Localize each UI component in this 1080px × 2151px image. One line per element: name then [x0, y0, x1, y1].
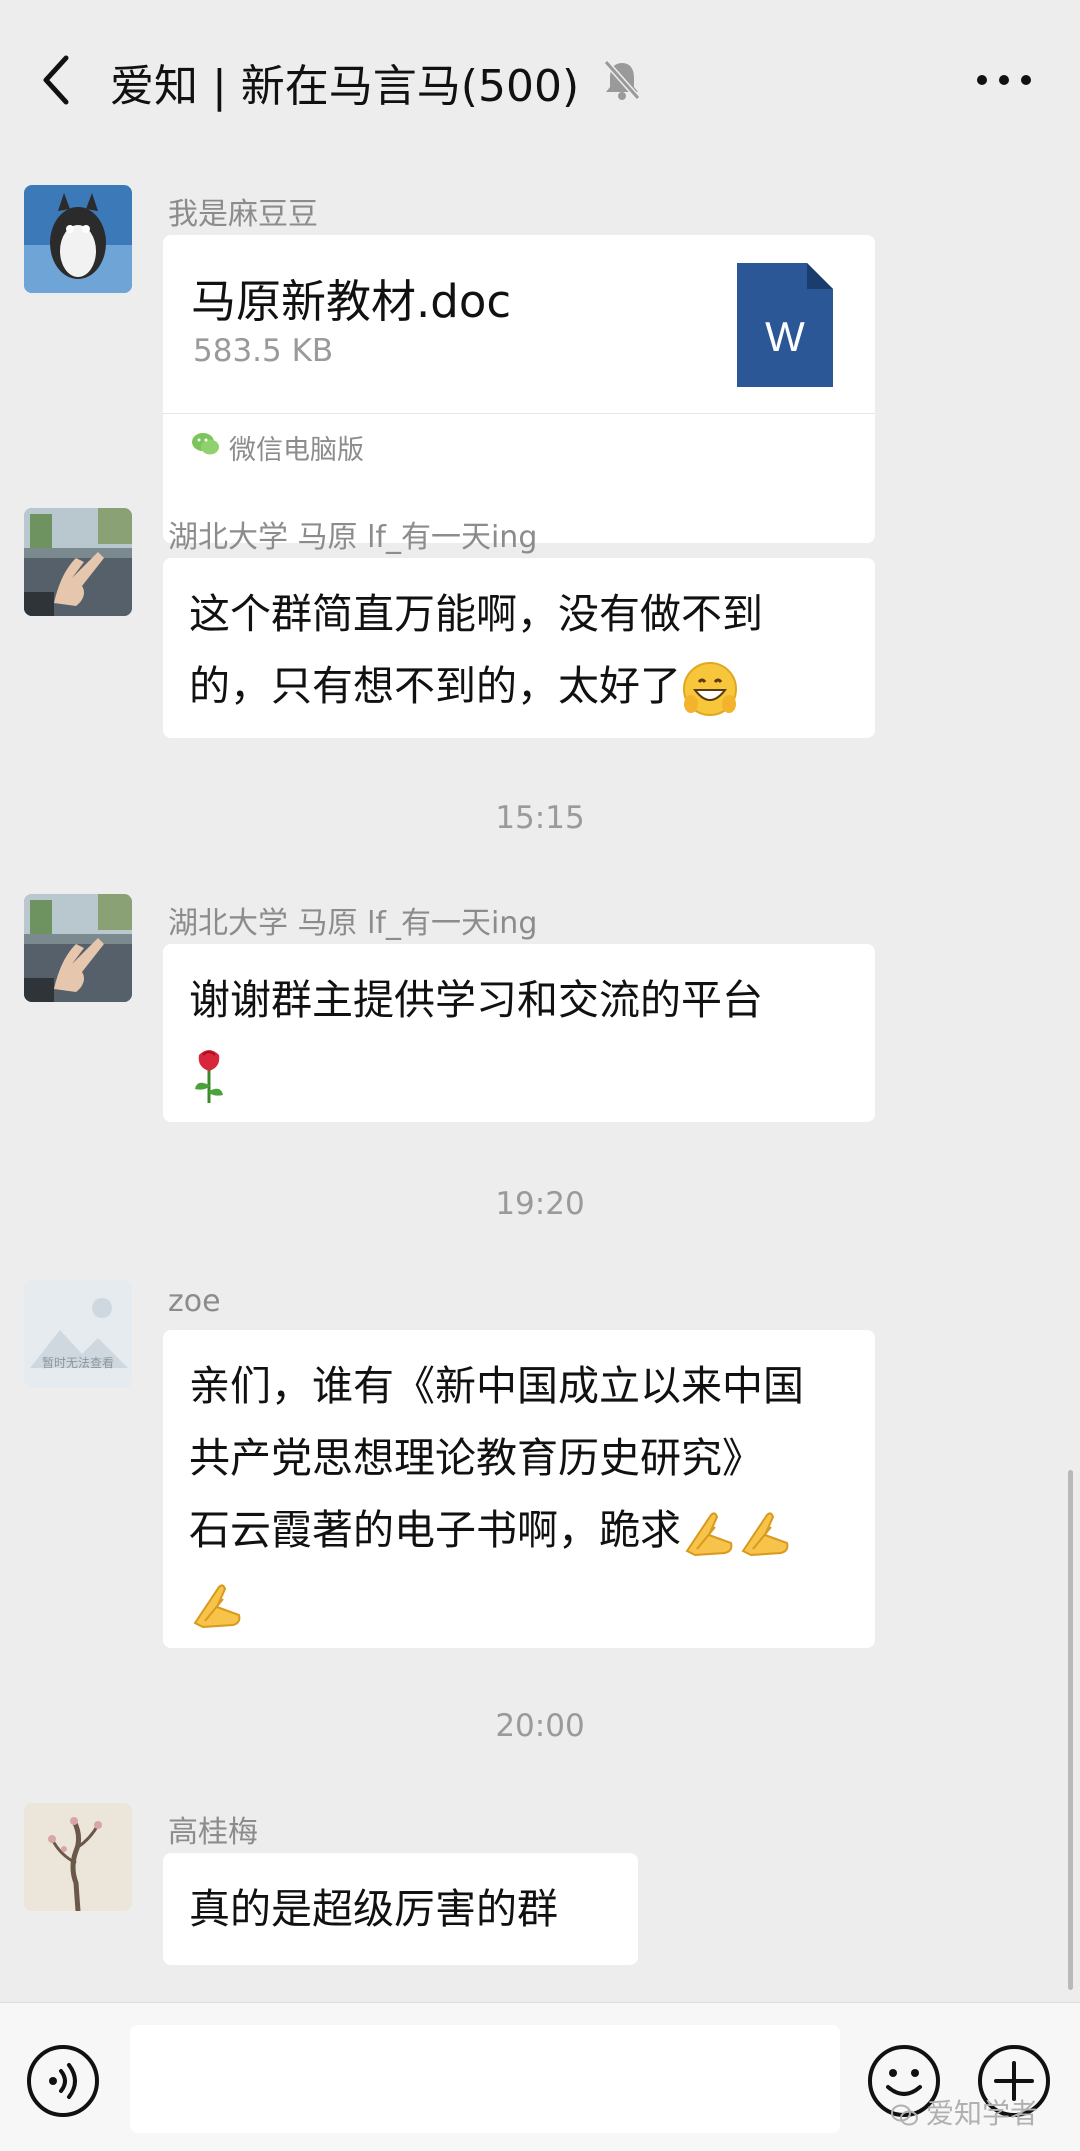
avatar[interactable]: 暂时无法查看 [24, 1280, 132, 1388]
avatar[interactable] [24, 1803, 132, 1911]
avatar[interactable] [24, 894, 132, 1002]
rose-emoji-icon [195, 1050, 223, 1103]
timestamp: 15:15 [495, 800, 585, 836]
message-bubble[interactable]: 真的是超级厉害的群 [163, 1853, 638, 1965]
message-line: 共产党思想理论教育历史研究》 [189, 1434, 763, 1482]
word-doc-icon: W [737, 263, 833, 387]
chevron-left-icon[interactable] [36, 52, 80, 108]
message-line-with-emoji: 的，只有想不到的，太好了 [189, 650, 849, 722]
sender-name: 高桂梅 [168, 1815, 258, 1850]
wechat-watermark-icon [891, 2104, 918, 2126]
message-line: 真的是超级厉害的群 [189, 1885, 558, 1933]
message-line-text: 石云霞著的电子书啊，跪求 [189, 1506, 681, 1554]
bell-muted-icon [603, 60, 641, 100]
file-source-label: 微信电脑版 [229, 435, 364, 466]
message-line-with-emoji: 石云霞著的电子书啊，跪求 [189, 1494, 849, 1566]
chat-header: 爱知 | 新在马言马(500) [0, 0, 1080, 165]
wechat-icon [192, 433, 219, 455]
folded-hands-emoji-icon [685, 1512, 733, 1557]
message-line [189, 1566, 849, 1638]
message-line: 亲们，谁有《新中国成立以来中国 [189, 1362, 804, 1410]
message-bubble[interactable]: 亲们，谁有《新中国成立以来中国 共产党思想理论教育历史研究》 石云霞著的电子书啊… [163, 1330, 875, 1648]
chat-title: 爱知 | 新在马言马(500) [110, 61, 580, 112]
file-name: 马原新教材.doc [191, 275, 512, 328]
message-line: 这个群简直万能啊，没有做不到 [189, 590, 763, 638]
message-line-text: 的，只有想不到的，太好了 [189, 662, 681, 710]
watermark-text: 爱知学者 [926, 2097, 1039, 2130]
folded-hands-emoji-icon [193, 1584, 241, 1629]
more-horizontal-icon[interactable] [974, 66, 1034, 94]
file-card[interactable]: 马原新教材.doc 583.5 KB W 微信电脑版 [163, 235, 875, 543]
divider [163, 413, 875, 414]
grin-emoji-icon [683, 662, 737, 716]
sender-name: 我是麻豆豆 [168, 197, 318, 232]
avatar[interactable] [24, 185, 132, 293]
message-line [189, 1036, 849, 1108]
file-size: 583.5 KB [193, 333, 334, 369]
sender-name: 湖北大学 马原 lf_有一天ing [168, 520, 538, 555]
timestamp: 19:20 [495, 1186, 585, 1222]
timestamp: 20:00 [495, 1708, 585, 1744]
sender-name: 湖北大学 马原 lf_有一天ing [168, 906, 538, 941]
message-bubble[interactable]: 谢谢群主提供学习和交流的平台 [163, 944, 875, 1122]
folded-hands-emoji-icon [741, 1512, 789, 1557]
message-line: 谢谢群主提供学习和交流的平台 [189, 976, 763, 1024]
avatar-caption: 暂时无法查看 [41, 1356, 114, 1370]
avatar[interactable] [24, 508, 132, 616]
message-input[interactable] [130, 2025, 840, 2133]
svg-text:W: W [765, 313, 805, 360]
watermark: 爱知学者 [890, 2092, 1038, 2132]
message-bubble[interactable]: 这个群简直万能啊，没有做不到 的，只有想不到的，太好了 [163, 558, 875, 738]
sender-name: zoe [168, 1284, 221, 1319]
voice-icon[interactable] [25, 2043, 101, 2119]
